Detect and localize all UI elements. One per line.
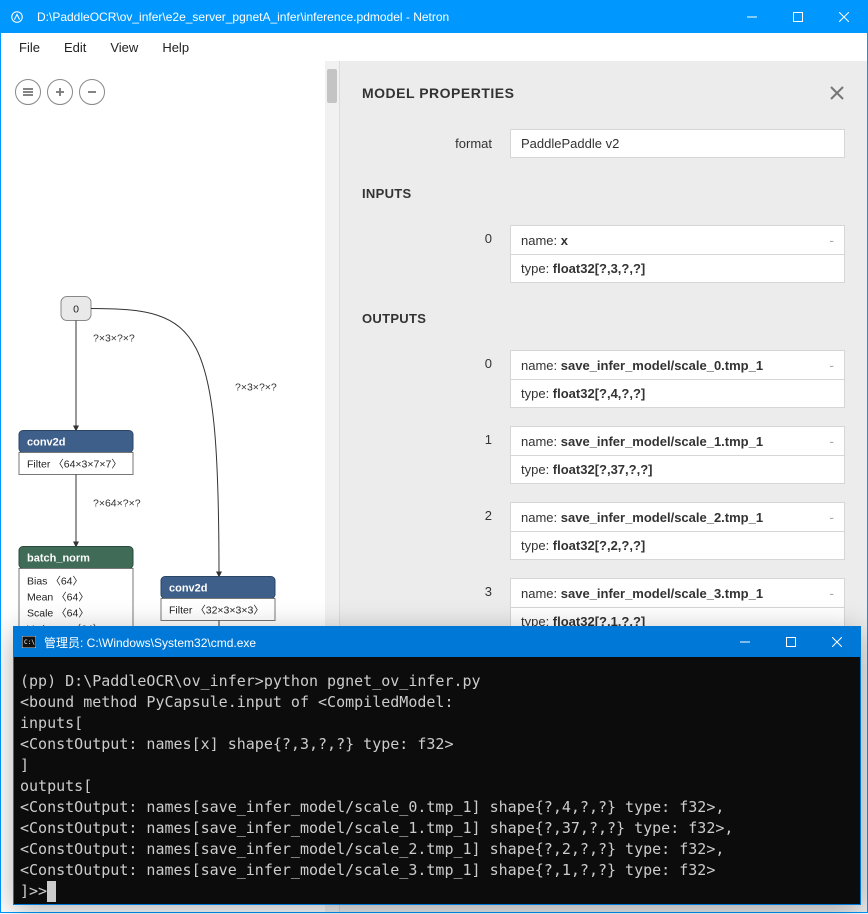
svg-text:batch_norm: batch_norm — [27, 553, 90, 565]
svg-text:Filter 〈32×3×3×3〉: Filter 〈32×3×3×3〉 — [169, 605, 264, 617]
cmd-minimize-button[interactable] — [722, 627, 768, 657]
menu-help[interactable]: Help — [152, 36, 199, 59]
panel-close-button[interactable] — [829, 85, 845, 104]
cmd-output: (pp) D:\PaddleOCR\ov_infer>python pgnet_… — [14, 657, 860, 904]
svg-text:0: 0 — [73, 304, 79, 316]
svg-text:C:\: C:\ — [24, 639, 35, 646]
svg-text:conv2d: conv2d — [27, 437, 66, 449]
app-icon — [1, 10, 33, 24]
input-type: type: float32[?,3,?,?] — [510, 255, 845, 283]
menu-edit[interactable]: Edit — [54, 36, 96, 59]
menu-view[interactable]: View — [100, 36, 148, 59]
svg-text:Scale 〈64〉: Scale 〈64〉 — [27, 608, 89, 620]
close-button[interactable] — [821, 1, 867, 33]
cmd-titlebar[interactable]: C:\ 管理员: C:\Windows\System32\cmd.exe — [14, 627, 860, 657]
minimize-button[interactable] — [729, 1, 775, 33]
titlebar[interactable]: D:\PaddleOCR\ov_infer\e2e_server_pgnetA_… — [1, 1, 867, 33]
maximize-button[interactable] — [775, 1, 821, 33]
input-index: 0 — [362, 225, 510, 283]
svg-text:?×3×?×?: ?×3×?×? — [93, 333, 135, 345]
format-value: PaddlePaddle v2 — [510, 129, 845, 158]
props-title: MODEL PROPERTIES — [362, 85, 845, 101]
input-name: name: x- — [510, 225, 845, 255]
window-title: D:\PaddleOCR\ov_infer\e2e_server_pgnetA_… — [33, 10, 729, 24]
graph-conv2d-node-1[interactable]: conv2d Filter 〈64×3×7×7〉 — [19, 431, 133, 475]
svg-text:Mean 〈64〉: Mean 〈64〉 — [27, 592, 89, 604]
graph-input-node[interactable]: 0 — [61, 297, 91, 321]
svg-text:?×64×?×?: ?×64×?×? — [93, 498, 141, 510]
svg-text:?×3×?×?: ?×3×?×? — [235, 382, 277, 394]
cmd-title: 管理员: C:\Windows\System32\cmd.exe — [44, 634, 722, 651]
format-label: format — [362, 136, 510, 151]
menu-file[interactable]: File — [9, 36, 50, 59]
cmd-maximize-button[interactable] — [768, 627, 814, 657]
svg-text:Filter 〈64×3×7×7〉: Filter 〈64×3×7×7〉 — [27, 459, 122, 471]
cmd-window[interactable]: C:\ 管理员: C:\Windows\System32\cmd.exe (pp… — [13, 626, 861, 905]
output-row: 2 name: save_infer_model/scale_2.tmp_1- … — [362, 502, 845, 560]
output-row: 1 name: save_infer_model/scale_1.tmp_1- … — [362, 426, 845, 484]
outputs-title: OUTPUTS — [362, 311, 845, 326]
svg-text:Bias 〈64〉: Bias 〈64〉 — [27, 576, 83, 588]
cmd-icon: C:\ — [14, 636, 44, 648]
output-row: 0 name: save_infer_model/scale_0.tmp_1- … — [362, 350, 845, 408]
inputs-title: INPUTS — [362, 186, 845, 201]
cmd-close-button[interactable] — [814, 627, 860, 657]
svg-text:conv2d: conv2d — [169, 583, 208, 595]
input-row: 0 name: x- type: float32[?,3,?,?] — [362, 225, 845, 283]
graph-conv2d-node-2[interactable]: conv2d Filter 〈32×3×3×3〉 — [161, 577, 275, 621]
menubar: File Edit View Help — [1, 33, 867, 61]
